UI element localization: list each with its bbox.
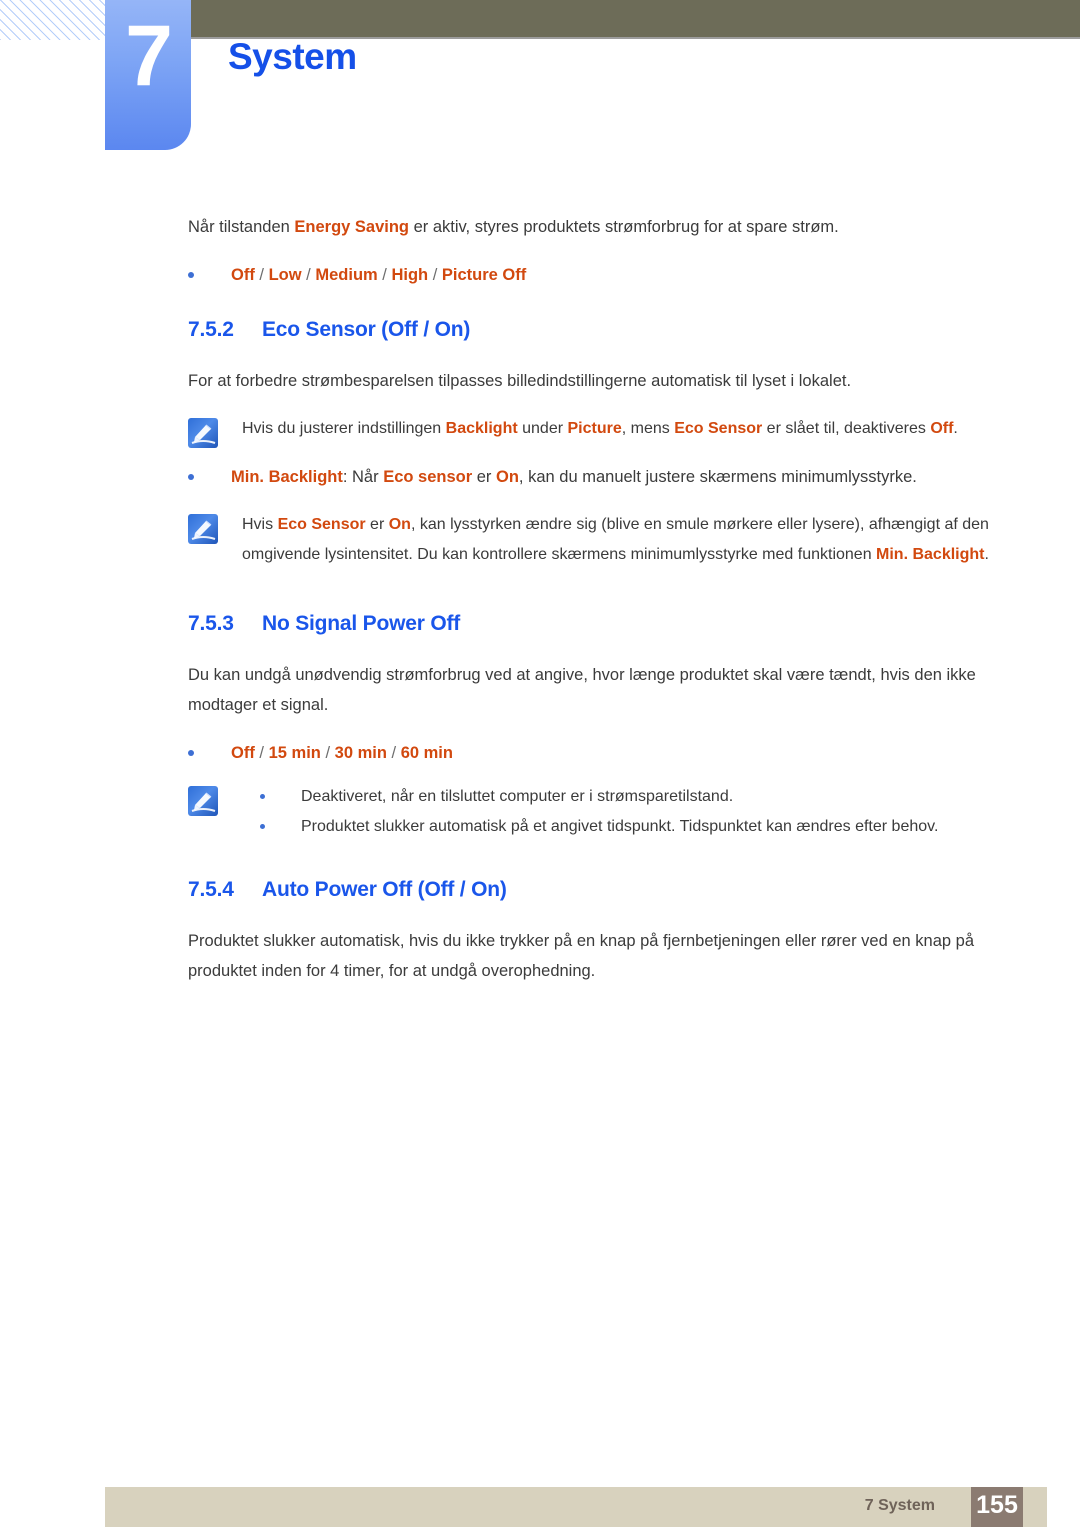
section-number: 7.5.4	[188, 878, 234, 901]
option-item: 30 min	[334, 744, 387, 762]
note-block-no-signal: Deaktiveret, når en tilsluttet computer …	[188, 782, 1006, 842]
bullet-highlight-eco-sensor: Eco sensor	[383, 468, 473, 486]
bullet-dot-icon	[260, 794, 265, 799]
note-text: er	[365, 516, 389, 533]
note-highlight-backlight: Backlight	[445, 420, 518, 437]
note-text: er slået til, deaktiveres	[762, 420, 931, 437]
page-title: System	[228, 36, 357, 77]
note-highlight-off: Off	[930, 420, 954, 437]
note-highlight-eco-sensor: Eco Sensor	[277, 516, 366, 533]
section-754-intro: Produktet slukker automatisk, hvis du ik…	[188, 932, 974, 980]
intro-options-bullet: Off / Low / Medium / High / Picture Off	[188, 260, 1006, 290]
option-item: Medium	[315, 266, 378, 284]
bullet-dot-icon	[188, 750, 194, 756]
note-highlight-min-backlight: Min. Backlight	[876, 546, 985, 563]
note-block-backlight: Hvis du justerer indstillingen Backlight…	[188, 414, 1006, 448]
option-item: Off	[231, 744, 255, 762]
note-text: .	[953, 420, 958, 437]
note-pencil-icon	[188, 514, 218, 544]
option-item: 60 min	[400, 744, 453, 762]
list-item-text: Deaktiveret, når en tilsluttet computer …	[301, 788, 734, 805]
section-heading-754: 7.5.4 Auto Power Off (Off / On)	[188, 876, 1006, 904]
note-block-eco-sensor: Hvis Eco Sensor er On, kan lysstyrken æn…	[188, 510, 1006, 570]
bullet-highlight-on: On	[496, 468, 519, 486]
section-752-intro: For at forbedre strømbesparelsen tilpass…	[188, 372, 852, 390]
section-heading-752: 7.5.2 Eco Sensor (Off / On)	[188, 316, 1006, 344]
note-pencil-icon	[188, 418, 218, 448]
option-item: High	[391, 266, 429, 284]
option-separator: /	[377, 266, 392, 284]
section-753-intro: Du kan undgå unødvendig strømforbrug ved…	[188, 666, 976, 714]
bullet-dot-icon	[188, 272, 194, 278]
option-separator: /	[254, 266, 269, 284]
note-text: under	[517, 420, 568, 437]
intro-options-list: Off / Low / Medium / High / Picture Off	[231, 260, 526, 290]
bullet-text-part: er	[472, 468, 496, 486]
page-header: 7 System	[0, 0, 1080, 160]
section-title: Auto Power Off (Off / On)	[262, 878, 507, 901]
option-separator: /	[254, 744, 269, 762]
section-number: 7.5.2	[188, 318, 234, 341]
list-item: Produktet slukker automatisk på et angiv…	[260, 812, 1006, 842]
option-separator: /	[428, 266, 442, 284]
note-eco-sensor-text: Hvis Eco Sensor er On, kan lysstyrken æn…	[242, 510, 1006, 570]
bullet-dot-icon	[188, 474, 194, 480]
section-753-options-bullet: Off / 15 min / 30 min / 60 min	[188, 738, 1006, 768]
option-separator: /	[320, 744, 335, 762]
intro-highlight-energy-saving: Energy Saving	[294, 218, 410, 236]
bullet-highlight-min-backlight: Min. Backlight	[231, 468, 343, 486]
section-number: 7.5.3	[188, 612, 234, 635]
intro-text-after: er aktiv, styres produktets strømforbrug…	[409, 218, 839, 236]
header-olive-bar	[186, 0, 1080, 37]
bullet-min-backlight: Min. Backlight: Når Eco sensor er On, ka…	[188, 462, 1006, 492]
note-text: , mens	[621, 420, 675, 437]
note-text: Hvis du justerer indstillingen	[242, 420, 446, 437]
bullet-text-part: , kan du manuelt justere skærmens minimu…	[518, 468, 917, 486]
document-page: 7 System Når tilstanden Energy Saving er…	[0, 0, 1080, 1527]
note-text: .	[984, 546, 989, 563]
page-footer: 7 System 155	[105, 1487, 1047, 1527]
section-title: No Signal Power Off	[262, 612, 461, 635]
option-item: Picture Off	[441, 266, 527, 284]
note-text: Hvis	[242, 516, 278, 533]
chapter-number: 7	[125, 8, 173, 104]
note-no-signal-list: Deaktiveret, når en tilsluttet computer …	[260, 782, 1006, 842]
page-content: Når tilstanden Energy Saving er aktiv, s…	[188, 212, 1006, 986]
note-backlight-text: Hvis du justerer indstillingen Backlight…	[242, 414, 1006, 444]
bullet-text-part: : Når	[342, 468, 384, 486]
page-number-box: 155	[971, 1487, 1023, 1527]
option-separator: /	[301, 266, 316, 284]
intro-paragraph: Når tilstanden Energy Saving er aktiv, s…	[188, 212, 1006, 242]
list-item: Deaktiveret, når en tilsluttet computer …	[260, 782, 1006, 812]
bullet-dot-icon	[260, 824, 265, 829]
section-title: Eco Sensor (Off / On)	[262, 318, 471, 341]
section-753-options-list: Off / 15 min / 30 min / 60 min	[231, 738, 453, 768]
bullet-min-backlight-text: Min. Backlight: Når Eco sensor er On, ka…	[231, 462, 917, 492]
option-separator: /	[386, 744, 401, 762]
note-highlight-on: On	[388, 516, 411, 533]
note-highlight-picture: Picture	[567, 420, 622, 437]
note-pencil-icon	[188, 786, 218, 816]
option-item: 15 min	[268, 744, 321, 762]
note-highlight-eco-sensor: Eco Sensor	[674, 420, 763, 437]
section-heading-753: 7.5.3 No Signal Power Off	[188, 610, 1006, 638]
option-item: Low	[268, 266, 302, 284]
list-item-text: Produktet slukker automatisk på et angiv…	[301, 818, 939, 835]
page-number: 155	[976, 1491, 1018, 1519]
chapter-tab: 7	[105, 0, 191, 150]
option-item: Off	[231, 266, 255, 284]
intro-text-before: Når tilstanden	[188, 218, 295, 236]
footer-chapter-label: 7 System	[864, 1497, 935, 1514]
